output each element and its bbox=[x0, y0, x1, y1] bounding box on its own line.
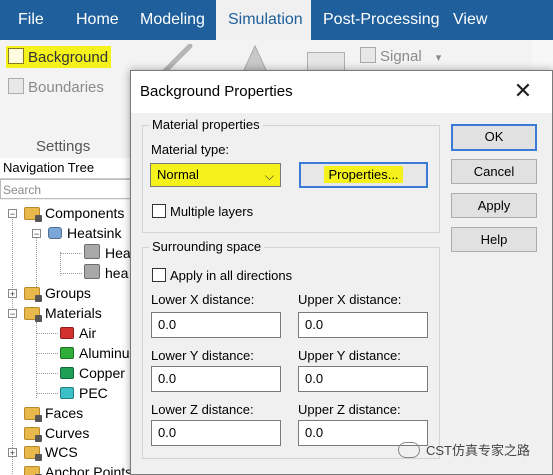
material-type-select[interactable]: Normal ⌵ bbox=[150, 163, 281, 187]
search-input[interactable]: Search bbox=[0, 179, 131, 199]
tree-item-material-copper[interactable]: Copper bbox=[60, 363, 125, 383]
solid-icon bbox=[84, 244, 100, 259]
lower-z-input[interactable]: 0.0 bbox=[151, 420, 281, 446]
group-legend: Surrounding space bbox=[149, 239, 265, 254]
properties-button-label: Properties... bbox=[324, 166, 403, 183]
tree-item-label: hea bbox=[105, 265, 129, 281]
apply-all-directions-label: Apply in all directions bbox=[170, 268, 293, 283]
material-icon bbox=[60, 387, 74, 399]
tree-item-material-pec[interactable]: PEC bbox=[60, 383, 108, 403]
apply-all-directions-checkbox[interactable] bbox=[152, 268, 166, 282]
solid-icon bbox=[84, 264, 100, 279]
folder-icon bbox=[24, 466, 42, 475]
signal-button-label: Signal bbox=[380, 48, 422, 65]
material-icon bbox=[60, 347, 74, 359]
background-button-label: Background bbox=[28, 49, 109, 66]
tree-item-solid[interactable]: Hea bbox=[84, 243, 131, 263]
tree-item-material-aluminum[interactable]: Aluminu bbox=[60, 343, 130, 363]
tree-item-curves[interactable]: Curves bbox=[24, 423, 89, 443]
upper-y-input[interactable]: 0.0 bbox=[298, 366, 428, 392]
material-icon bbox=[60, 367, 74, 379]
navigation-tree-title: Navigation Tree bbox=[0, 158, 135, 179]
expand-icon[interactable]: + bbox=[8, 289, 17, 299]
tree-item-label: Air bbox=[79, 325, 97, 341]
lower-y-input[interactable]: 0.0 bbox=[151, 366, 281, 392]
collapse-icon[interactable]: − bbox=[8, 309, 17, 319]
apply-button[interactable]: Apply bbox=[451, 193, 537, 218]
multiple-layers-checkbox[interactable] bbox=[152, 204, 166, 218]
folder-icon bbox=[24, 407, 42, 422]
upper-z-label: Upper Z distance: bbox=[298, 402, 401, 417]
tree-item-label: Anchor Points bbox=[45, 464, 132, 475]
tree-item-label: Groups bbox=[45, 285, 91, 301]
signal-icon bbox=[360, 47, 376, 63]
chat-icon bbox=[398, 442, 420, 458]
tree-item-anchor-points[interactable]: Anchor Points bbox=[24, 462, 132, 475]
watermark-text: CST仿真专家之路 bbox=[426, 443, 531, 458]
menu-view[interactable]: View bbox=[441, 0, 499, 40]
dialog-titlebar: Background Properties ✕ bbox=[131, 71, 552, 113]
background-icon bbox=[8, 48, 24, 64]
tree-item-label: Materials bbox=[45, 305, 102, 321]
menu-post-processing[interactable]: Post-Processing bbox=[311, 0, 452, 40]
expand-icon[interactable]: + bbox=[8, 448, 17, 458]
menu-simulation[interactable]: Simulation bbox=[216, 0, 311, 40]
ribbon-group-label: Settings bbox=[36, 138, 91, 155]
chevron-down-icon: ▾ bbox=[435, 52, 442, 64]
menu-modeling[interactable]: Modeling bbox=[128, 0, 217, 40]
component-icon bbox=[48, 227, 62, 239]
signal-button[interactable]: Signal ▾ bbox=[360, 47, 441, 65]
folder-icon bbox=[24, 207, 42, 222]
close-icon[interactable]: ✕ bbox=[512, 79, 534, 103]
chevron-down-icon: ⌵ bbox=[264, 169, 274, 183]
collapse-icon[interactable]: − bbox=[32, 229, 41, 239]
background-button[interactable]: Background bbox=[6, 46, 112, 68]
menu-file[interactable]: File bbox=[6, 0, 56, 40]
upper-y-label: Upper Y distance: bbox=[298, 348, 401, 363]
lower-z-label: Lower Z distance: bbox=[151, 402, 254, 417]
menu-home[interactable]: Home bbox=[64, 0, 131, 40]
folder-icon bbox=[24, 287, 42, 302]
upper-x-label: Upper X distance: bbox=[298, 292, 402, 307]
material-type-label: Material type: bbox=[151, 142, 230, 157]
folder-icon bbox=[24, 427, 42, 442]
dialog-title: Background Properties bbox=[140, 83, 293, 100]
properties-button[interactable]: Properties... bbox=[299, 162, 428, 188]
tree-item-label: Components bbox=[45, 205, 125, 221]
upper-x-input[interactable]: 0.0 bbox=[298, 312, 428, 338]
tree-item-label: Heatsink bbox=[67, 225, 122, 241]
multiple-layers-label: Multiple layers bbox=[170, 204, 254, 219]
tree-item-label: Hea bbox=[105, 245, 131, 261]
watermark: CST仿真专家之路 bbox=[398, 440, 530, 459]
tree-item-faces[interactable]: Faces bbox=[24, 403, 83, 423]
background-properties-dialog: Background Properties ✕ Material propert… bbox=[130, 70, 553, 475]
tree-item-label: PEC bbox=[79, 385, 108, 401]
lower-x-label: Lower X distance: bbox=[151, 292, 255, 307]
tree-item-material-air[interactable]: Air bbox=[60, 323, 96, 343]
tree-item-label: WCS bbox=[45, 444, 78, 460]
help-button[interactable]: Help bbox=[451, 227, 537, 252]
collapse-icon[interactable]: − bbox=[8, 209, 17, 219]
tree-item-label: Aluminu bbox=[79, 345, 130, 361]
boundaries-icon bbox=[8, 78, 24, 94]
menu-bar: File Home Modeling Simulation Post-Proce… bbox=[0, 0, 553, 40]
cancel-button[interactable]: Cancel bbox=[451, 159, 537, 184]
tree-item-solid[interactable]: hea bbox=[84, 263, 128, 283]
tree-item-label: Faces bbox=[45, 405, 84, 421]
ok-button[interactable]: OK bbox=[451, 124, 537, 151]
boundaries-button-label: Boundaries bbox=[28, 79, 104, 96]
lower-y-label: Lower Y distance: bbox=[151, 348, 254, 363]
folder-icon bbox=[24, 307, 42, 322]
material-icon bbox=[60, 327, 74, 339]
tree-item-label: Curves bbox=[45, 425, 90, 441]
group-legend: Material properties bbox=[149, 117, 263, 132]
navigation-tree: − Components − Heatsink Hea hea + Groups… bbox=[0, 200, 132, 475]
boundaries-button[interactable]: Boundaries bbox=[8, 78, 104, 96]
tree-item-heatsink[interactable]: − Heatsink bbox=[0, 223, 132, 243]
lower-x-input[interactable]: 0.0 bbox=[151, 312, 281, 338]
material-type-value: Normal bbox=[157, 167, 199, 182]
tree-item-label: Copper bbox=[79, 365, 125, 381]
folder-icon bbox=[24, 446, 42, 461]
